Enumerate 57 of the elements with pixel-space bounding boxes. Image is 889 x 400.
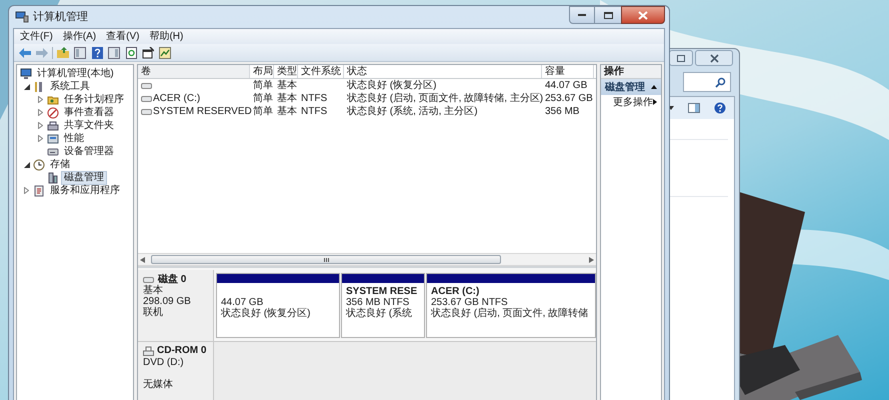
column-header[interactable]: 状态 <box>344 65 542 78</box>
column-header[interactable]: 类型 <box>274 65 298 78</box>
tree-item[interactable]: 磁盘管理 <box>61 170 107 184</box>
partition-block[interactable]: ACER (C:) 253.67 GB NTFS 状态良好 (启动, 页面文件, 故障转储 <box>426 273 596 338</box>
table-cell: NTFS <box>301 92 328 104</box>
partition-size: 253.67 GB NTFS <box>431 297 509 308</box>
tree-item[interactable]: 服务和应用程序 <box>47 184 123 198</box>
table-cell: 简单 <box>253 106 273 118</box>
table-cell: ACER (C:) <box>153 92 200 104</box>
tree-item[interactable]: 设备管理器 <box>61 144 117 158</box>
disk-status: 无媒体 <box>143 379 174 391</box>
table-cell: 44.07 GB <box>545 80 588 92</box>
partition-status: 状态良好 (系统 <box>346 308 414 319</box>
table-cell: 基本 <box>277 80 297 92</box>
table-cell: 状态良好 (启动, 页面文件, 故障转储, 主分区) <box>347 92 544 104</box>
disk-size: 298.09 GB <box>143 296 192 307</box>
tree-item[interactable]: 系统工具 <box>47 80 93 94</box>
table-cell: 253.67 GB <box>545 92 593 104</box>
tree-item[interactable]: 事件查看器 <box>61 106 117 120</box>
partition-name: ACER (C:) <box>431 286 480 297</box>
tree-item[interactable]: 共享文件夹 <box>61 118 117 132</box>
menu-item[interactable]: 文件(F) <box>16 30 57 42</box>
partition-name: SYSTEM RESE <box>346 286 418 297</box>
partition-status: 状态良好 (恢复分区) <box>221 308 312 319</box>
column-header[interactable]: 卷 <box>138 65 250 78</box>
table-cell: 简单 <box>253 92 273 104</box>
partition-block[interactable]: SYSTEM RESE 356 MB NTFS 状态良好 (系统 <box>341 273 425 338</box>
tree-item[interactable]: 任务计划程序 <box>61 92 127 106</box>
column-header[interactable]: 容量 <box>542 65 594 78</box>
menu-item[interactable]: 帮助(H) <box>145 30 188 42</box>
table-cell: 基本 <box>277 106 297 118</box>
column-header[interactable]: 布局 <box>250 65 274 78</box>
disk-name: 磁盘 0 <box>158 274 186 285</box>
table-cell: 356 MB <box>545 106 580 118</box>
tree-item[interactable]: 存储 <box>47 158 73 172</box>
partition-size: 44.07 GB <box>221 297 264 308</box>
table-cell: NTFS <box>301 106 328 118</box>
disk-name: CD-ROM 0 <box>157 345 206 357</box>
column-header[interactable]: 文件系统 <box>298 65 344 78</box>
table-cell: 状态良好 (系统, 活动, 主分区) <box>347 106 478 118</box>
partition-block[interactable]: 44.07 GB 状态良好 (恢复分区) <box>216 273 340 338</box>
window-title: 计算机管理 <box>33 10 88 25</box>
partition-status: 状态良好 (启动, 页面文件, 故障转储 <box>431 308 590 319</box>
partition-size: 356 MB NTFS <box>346 297 410 308</box>
menu-item[interactable]: 操作(A) <box>58 30 100 42</box>
table-cell: 基本 <box>277 92 297 104</box>
table-cell: 状态良好 (恢复分区) <box>347 80 436 92</box>
disk-type: 基本 <box>143 285 164 296</box>
drive-letter: DVD (D:) <box>143 357 185 369</box>
tree-item[interactable]: 性能 <box>61 132 87 146</box>
actions-header: 操作 <box>601 65 661 79</box>
actions-section[interactable]: 磁盘管理 <box>601 79 661 95</box>
table-cell: 简单 <box>253 80 273 92</box>
menu-item[interactable]: 查看(V) <box>102 30 144 42</box>
disk-status: 联机 <box>143 307 164 318</box>
tree-item[interactable]: 计算机管理(本地) <box>34 66 117 80</box>
table-cell: SYSTEM RESERVED <box>153 106 252 118</box>
